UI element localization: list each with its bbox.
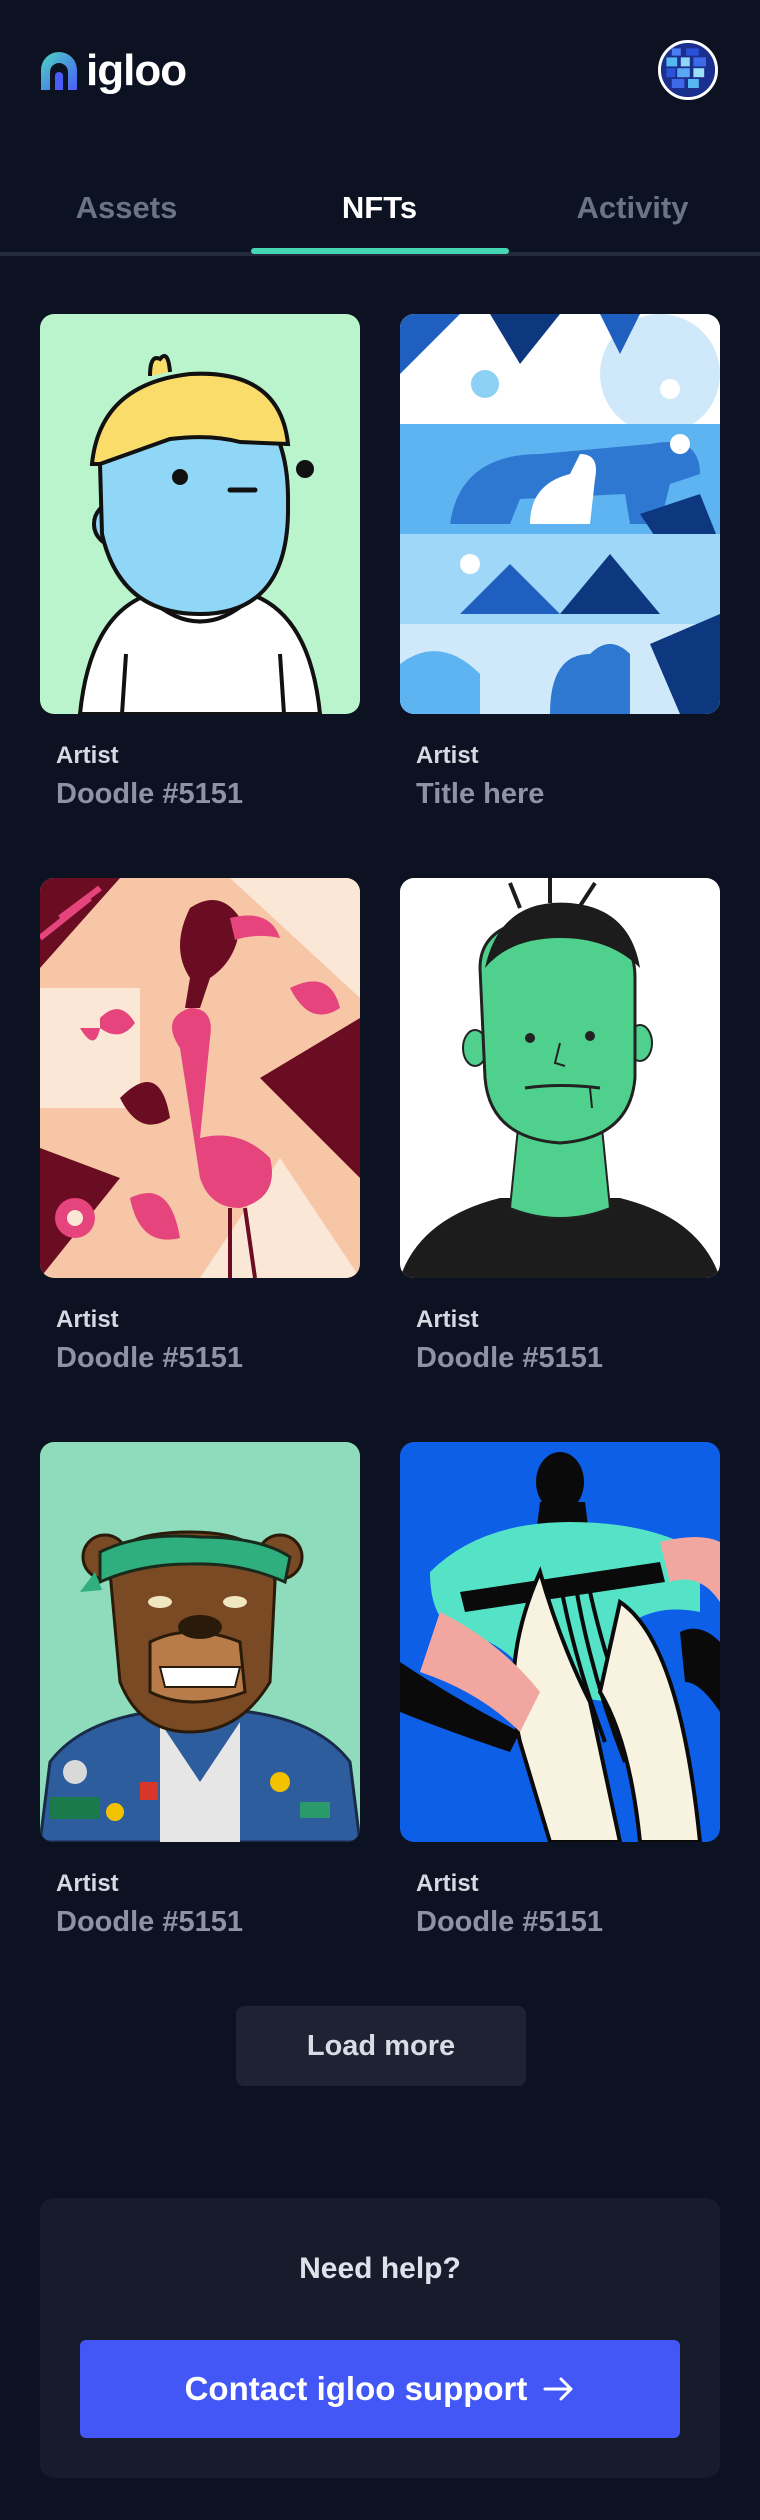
igloo-logo[interactable]: igloo	[38, 46, 187, 96]
nft-image	[40, 314, 360, 714]
polar-bear-pattern-art	[400, 314, 720, 714]
contact-support-label: Contact igloo support	[184, 2370, 528, 2407]
nft-card[interactable]: Artist Title here	[400, 314, 720, 810]
nft-artist: Artist	[56, 742, 119, 769]
nft-image	[40, 1442, 360, 1842]
nft-artist: Artist	[416, 1870, 479, 1897]
help-title: Need help?	[299, 2252, 461, 2285]
nft-image	[400, 878, 720, 1278]
nft-title: Doodle #5151	[56, 1906, 243, 1938]
nft-title: Doodle #5151	[56, 778, 243, 810]
avatar[interactable]	[658, 40, 718, 100]
help-panel: Need help? Contact igloo support	[40, 2198, 720, 2478]
doodle-character-art	[40, 314, 360, 714]
nft-title: Doodle #5151	[416, 1342, 603, 1374]
tab-nfts[interactable]: NFTs	[253, 160, 506, 256]
load-more-button[interactable]: Load more	[236, 2006, 526, 2086]
nft-card[interactable]: Artist Doodle #5151	[40, 314, 360, 810]
nft-artist: Artist	[416, 1306, 479, 1333]
active-tab-indicator	[251, 248, 509, 254]
nft-image	[400, 314, 720, 714]
nav-tabs: Assets NFTs Activity	[0, 160, 760, 256]
nft-image	[40, 878, 360, 1278]
arrow-right-icon	[543, 2377, 573, 2401]
nft-card[interactable]: Artist Doodle #5151	[40, 1442, 360, 1938]
tab-activity[interactable]: Activity	[506, 160, 759, 256]
bear-with-bandana-art	[40, 1442, 360, 1842]
pixel-globe-avatar	[661, 43, 715, 97]
tab-assets[interactable]: Assets	[0, 160, 253, 256]
contact-support-button[interactable]: Contact igloo support	[80, 2340, 680, 2438]
nft-title: Title here	[416, 778, 545, 810]
nft-title: Doodle #5151	[416, 1906, 603, 1938]
nft-image	[400, 1442, 720, 1842]
nft-card[interactable]: Artist Doodle #5151	[400, 878, 720, 1374]
nft-title: Doodle #5151	[56, 1342, 243, 1374]
nft-card[interactable]: Artist Doodle #5151	[400, 1442, 720, 1938]
logo-wordmark: igloo	[86, 46, 187, 95]
nft-artist: Artist	[416, 742, 479, 769]
flamingo-pattern-art	[40, 878, 360, 1278]
abstract-figure-art	[400, 1442, 720, 1842]
nft-artist: Artist	[56, 1870, 119, 1897]
app-header: igloo	[0, 0, 760, 140]
nft-artist: Artist	[56, 1306, 119, 1333]
green-face-sketch-art	[400, 878, 720, 1278]
nft-card[interactable]: Artist Doodle #5151	[40, 878, 360, 1374]
igloo-logo-icon	[41, 52, 77, 90]
